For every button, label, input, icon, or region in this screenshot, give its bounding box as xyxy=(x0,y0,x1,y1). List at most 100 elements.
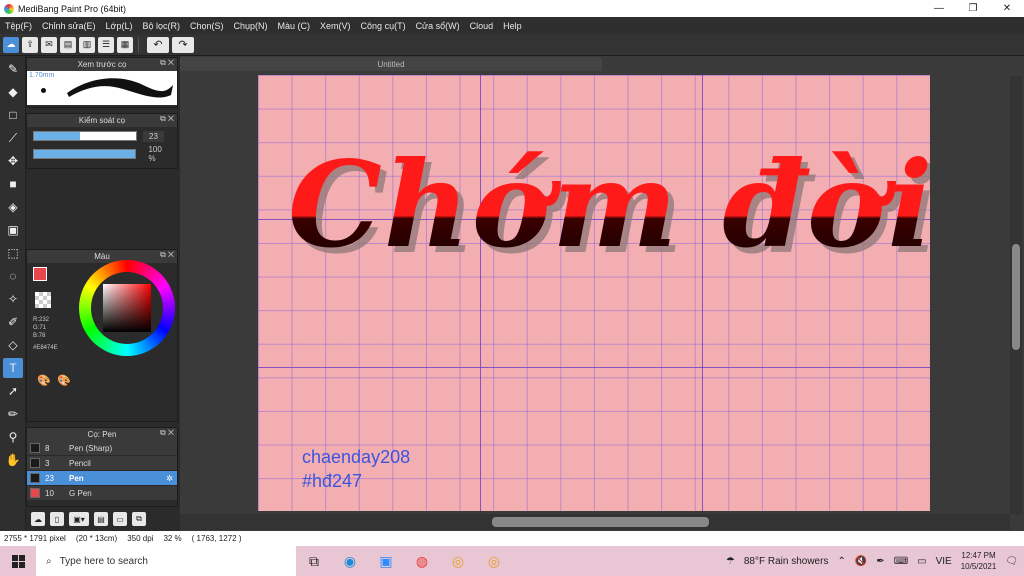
brush-name: Pencil xyxy=(69,458,91,468)
tray-overflow-icon[interactable]: ⌃ xyxy=(837,556,845,567)
fill-rect-tool-icon[interactable]: ■ xyxy=(3,174,23,194)
clock[interactable]: 12:47 PM 10/5/2021 xyxy=(961,550,997,572)
gradient-tool-icon[interactable]: ▣ xyxy=(3,220,23,240)
comment-icon[interactable]: ✉ xyxy=(41,36,57,53)
menu-tools[interactable]: Công cụ(T) xyxy=(356,21,411,31)
eyedropper-tool-icon[interactable]: ⚲ xyxy=(3,427,23,447)
document-tab[interactable]: Untitled xyxy=(180,57,602,71)
weather-icon[interactable]: ☂ xyxy=(726,556,735,567)
start-button[interactable] xyxy=(0,546,36,576)
vertical-scroll-thumb[interactable] xyxy=(1012,244,1020,350)
select-pen-tool-icon[interactable]: ✐ xyxy=(3,312,23,332)
menu-select[interactable]: Chọn(S) xyxy=(185,21,229,31)
brush-list-title: Cọ: Pen xyxy=(87,430,117,439)
chrome-browser-icon[interactable]: ◎ xyxy=(440,546,476,576)
brush-list-item[interactable]: 8 Pen (Sharp) xyxy=(27,441,177,456)
panel-controls-icon[interactable]: ⧉ ✕ xyxy=(160,250,174,260)
close-button[interactable]: ✕ xyxy=(990,0,1024,17)
vertical-scrollbar[interactable] xyxy=(1010,76,1022,514)
pen-icon[interactable]: ✒ xyxy=(876,556,884,567)
new-brush-icon[interactable]: ▯ xyxy=(50,512,64,526)
brush-list-item[interactable]: 10 G Pen xyxy=(27,486,177,501)
eraser-tool-icon[interactable]: ◆ xyxy=(3,82,23,102)
display-icon[interactable]: ▭ xyxy=(917,556,926,567)
undo-icon[interactable]: ↶ xyxy=(147,36,169,53)
weather-text[interactable]: 88°F Rain showers xyxy=(744,556,829,567)
color-wheel[interactable] xyxy=(79,260,175,356)
move-tool-icon[interactable]: ✥ xyxy=(3,151,23,171)
brush-size-value[interactable]: 23 xyxy=(143,130,164,142)
drawing-canvas[interactable]: Chớm đời Chớm đời chaenday208 #hđ247 xyxy=(258,75,930,511)
message-icon[interactable]: ▤ xyxy=(60,36,76,53)
menu-view[interactable]: Xem(V) xyxy=(315,21,356,31)
list-icon[interactable]: ☰ xyxy=(98,36,114,53)
bucket-tool-icon[interactable]: ◈ xyxy=(3,197,23,217)
folder-icon[interactable]: ▭ xyxy=(113,512,127,526)
medibang-app-icon[interactable]: ◍ xyxy=(404,546,440,576)
maximize-button[interactable]: ❐ xyxy=(956,0,990,17)
line-tool-icon[interactable]: ⟋ xyxy=(3,128,23,148)
menu-color[interactable]: Màu (C) xyxy=(273,21,316,31)
menu-filter[interactable]: Bộ lọc(R) xyxy=(137,21,185,31)
zoom-app-icon[interactable]: ▣ xyxy=(368,546,404,576)
volume-mute-icon[interactable]: 🔇 xyxy=(855,556,867,567)
palette-add-icon[interactable]: 🎨 xyxy=(57,374,71,387)
transparent-color-swatch[interactable] xyxy=(35,292,51,308)
menu-edit[interactable]: Chỉnh sửa(E) xyxy=(37,21,101,31)
brush-size-number: 8 xyxy=(45,443,50,453)
size-slider-row: 23 xyxy=(27,127,177,145)
horizontal-scroll-thumb[interactable] xyxy=(492,517,709,527)
notifications-icon[interactable]: 🗨 xyxy=(1005,556,1018,567)
menu-file[interactable]: Tệp(F) xyxy=(0,21,37,31)
menu-help[interactable]: Help xyxy=(498,21,527,31)
select-rect-tool-icon[interactable]: ⬚ xyxy=(3,243,23,263)
horizontal-scrollbar[interactable] xyxy=(180,514,1010,530)
brush-properties-icon[interactable]: ▤ xyxy=(94,512,108,526)
hex-readout: #E8474E xyxy=(33,345,58,351)
grid-icon[interactable]: ▦ xyxy=(117,36,133,53)
operation-tool-icon[interactable]: ➚ xyxy=(3,381,23,401)
redo-icon[interactable]: ↷ xyxy=(172,36,194,53)
brush-tool-icon[interactable]: ✎ xyxy=(3,59,23,79)
menu-cloud[interactable]: Cloud xyxy=(465,21,499,31)
panel-controls-icon[interactable]: ⧉ ✕ xyxy=(160,114,174,124)
primary-color-swatch[interactable] xyxy=(33,267,47,281)
menu-window[interactable]: Cửa sổ(W) xyxy=(411,21,465,31)
brush-size-number: 10 xyxy=(45,488,54,498)
task-view-icon[interactable]: ⧉ xyxy=(296,546,332,576)
menu-capture[interactable]: Chụp(N) xyxy=(229,21,273,31)
brush-size-slider[interactable] xyxy=(33,131,137,141)
panel-controls-icon[interactable]: ⧉ ✕ xyxy=(160,428,174,438)
saturation-value-square[interactable] xyxy=(103,284,151,332)
minimize-button[interactable]: — xyxy=(922,0,956,17)
copy-brush-icon[interactable]: ⧉ xyxy=(132,512,146,526)
add-brush-icon[interactable]: ▣▾ xyxy=(69,512,89,526)
palette-icon[interactable]: 🎨 xyxy=(37,374,51,387)
menu-layer[interactable]: Lớp(L) xyxy=(101,21,138,31)
cloud-icon[interactable]: ☁ xyxy=(3,36,19,53)
select-eraser-tool-icon[interactable]: ◇ xyxy=(3,335,23,355)
edge-browser-icon[interactable]: ◉ xyxy=(332,546,368,576)
brush-opacity-slider[interactable] xyxy=(33,149,137,159)
app-logo-icon xyxy=(4,3,14,14)
magic-wand-tool-icon[interactable]: ✧ xyxy=(3,289,23,309)
cloud-brush-icon[interactable]: ☁ xyxy=(31,512,45,526)
hand-tool-icon[interactable]: ✋ xyxy=(3,450,23,470)
taskbar-search[interactable]: ⌕ Type here to search xyxy=(36,546,296,576)
brush-list-item-selected[interactable]: 23 Pen ✲ xyxy=(27,471,177,486)
color-panel: Màu ⧉ ✕ R:232 G:71 B:78 #E8474E 🎨 🎨 xyxy=(26,249,178,422)
brush-list-item[interactable]: 3 Pencil xyxy=(27,456,177,471)
text-tool-icon[interactable]: T xyxy=(3,358,23,378)
page-icon[interactable]: ▥ xyxy=(79,36,95,53)
keyboard-icon[interactable]: ⌨ xyxy=(894,556,908,567)
settings-gear-icon[interactable]: ✲ xyxy=(166,474,173,483)
panel-controls-icon[interactable]: ⧉ ✕ xyxy=(160,58,174,68)
divide-tool-icon[interactable]: ✏ xyxy=(3,404,23,424)
brush-size-number: 23 xyxy=(45,473,54,483)
rectangle-tool-icon[interactable]: □ xyxy=(3,105,23,125)
input-language[interactable]: VIE xyxy=(936,556,952,567)
chrome-profile-icon[interactable]: ◎ xyxy=(476,546,512,576)
share-icon[interactable]: ⇪ xyxy=(22,36,38,53)
status-zoom: 32 % xyxy=(163,534,182,543)
lasso-tool-icon[interactable]: ◌ xyxy=(3,266,23,286)
